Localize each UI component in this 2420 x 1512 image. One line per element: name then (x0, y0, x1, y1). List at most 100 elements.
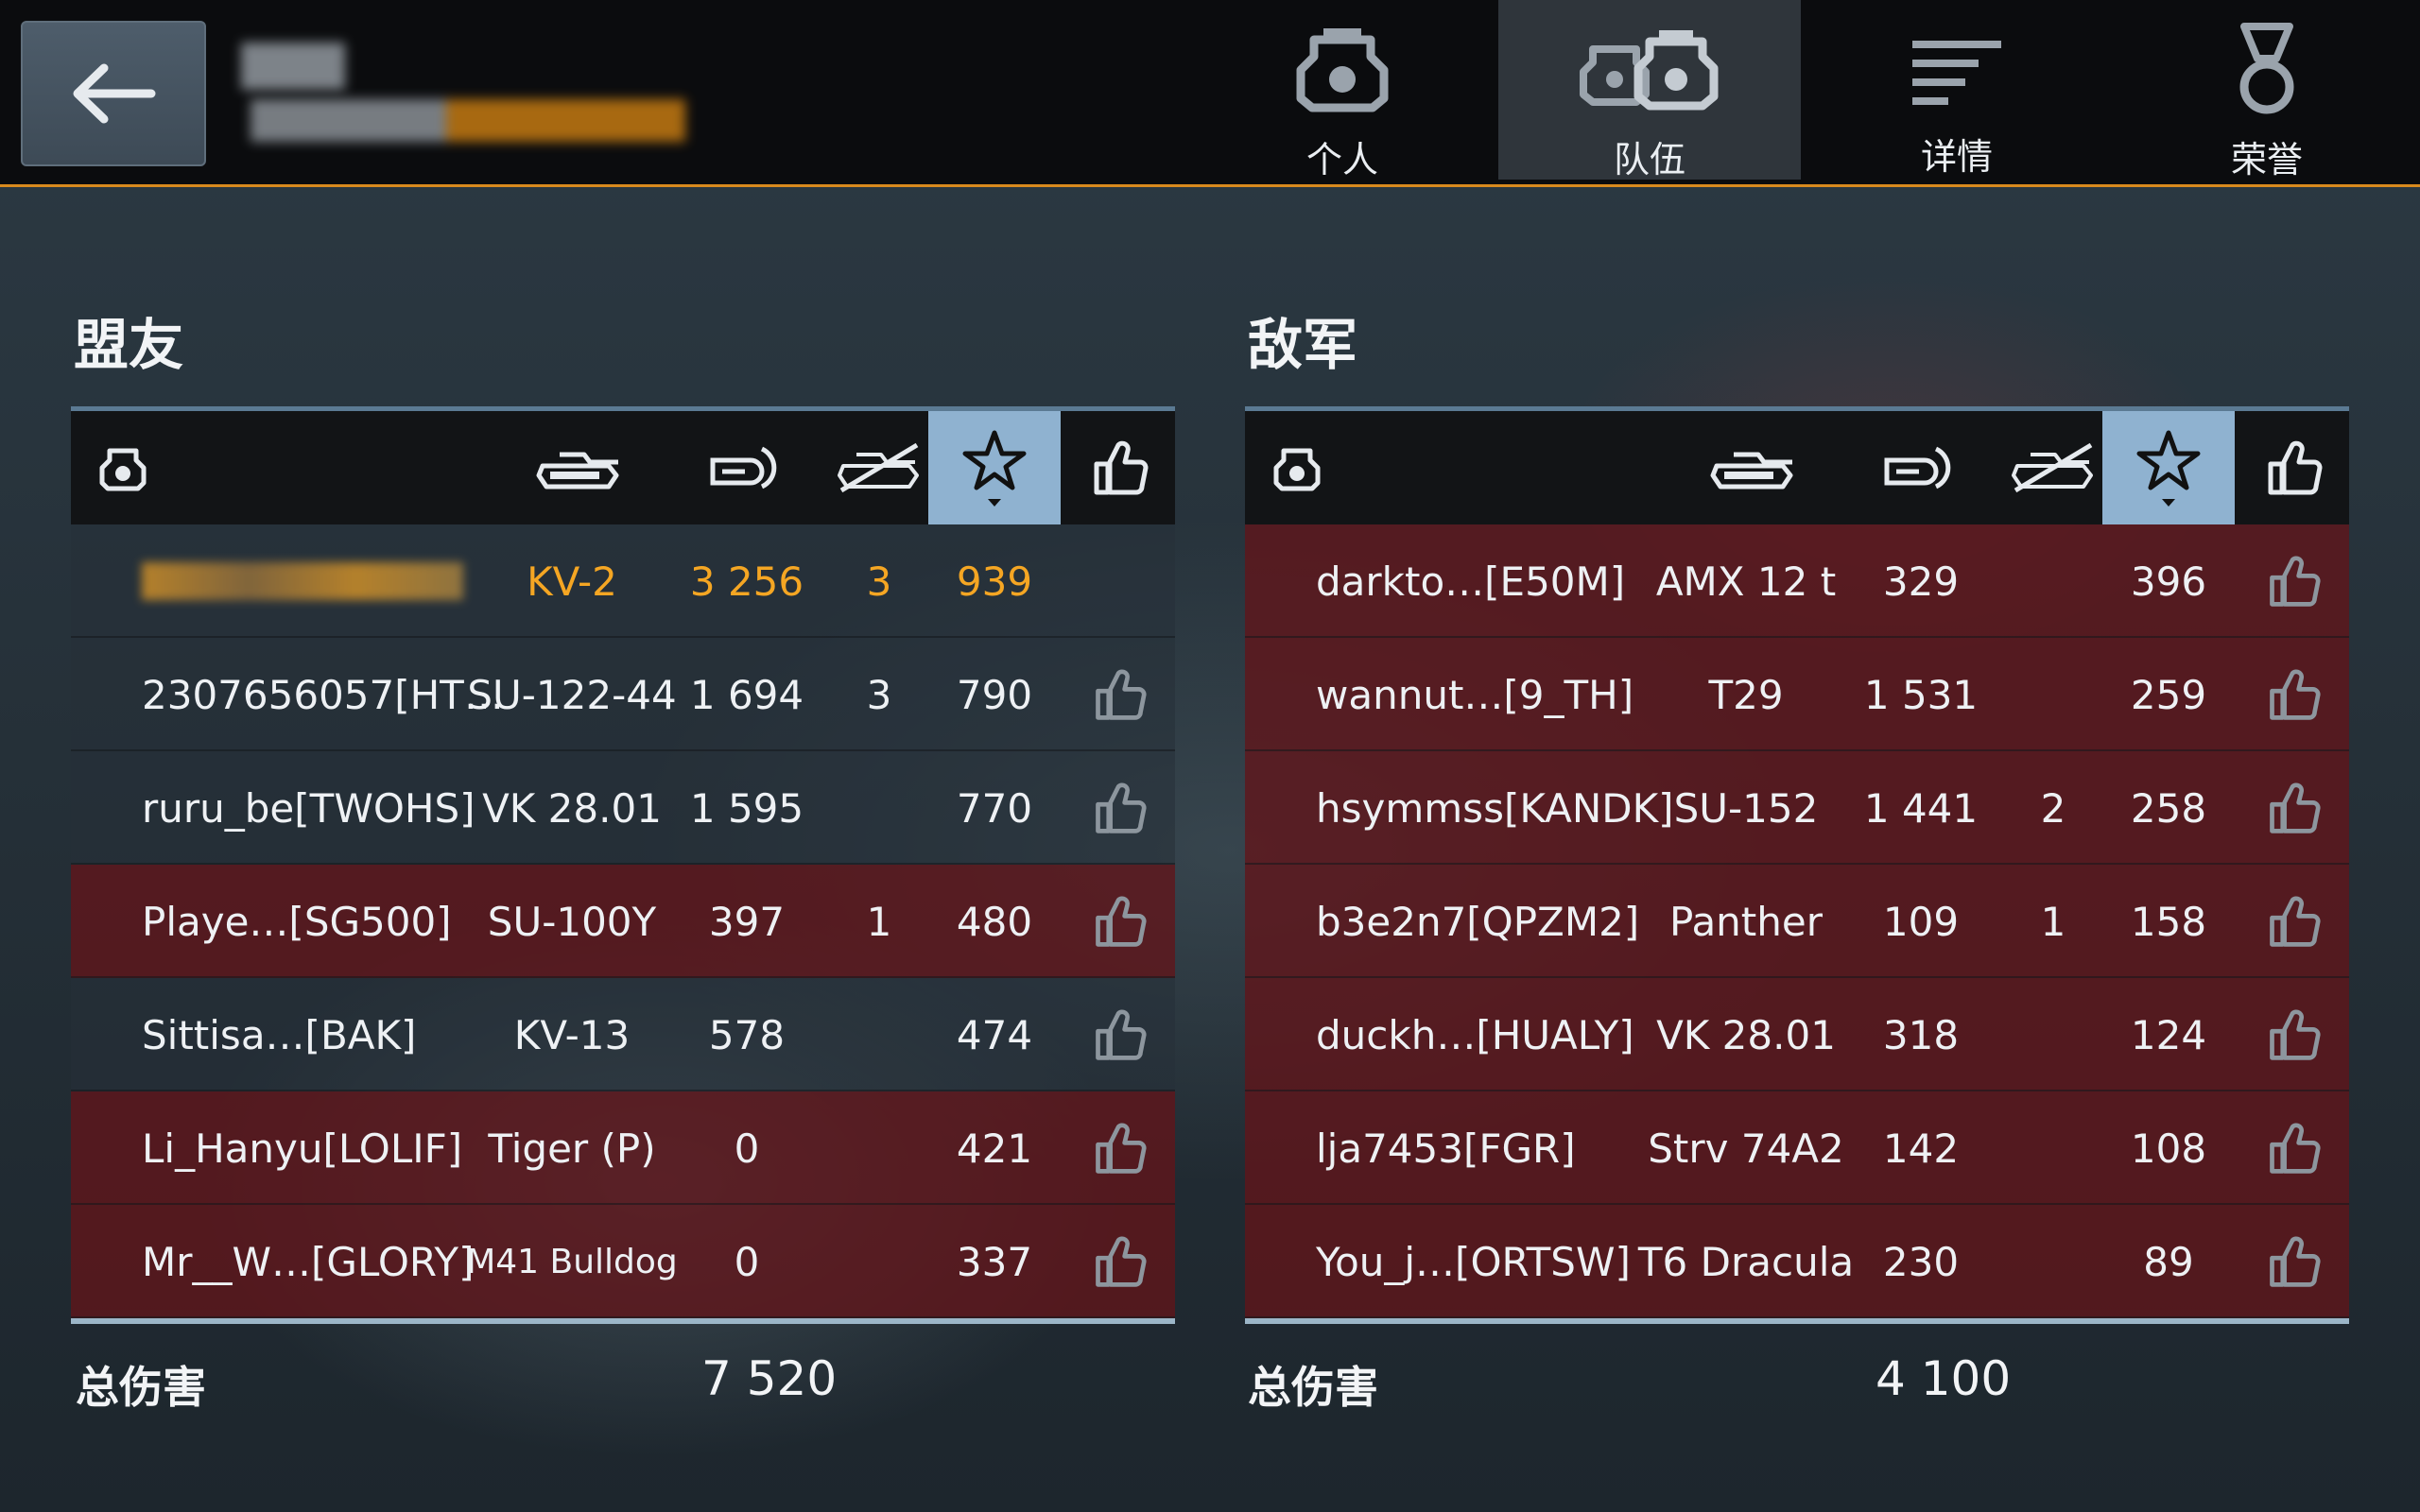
like-thumb-icon (1096, 1009, 1147, 1060)
details-list-icon (1912, 40, 2001, 105)
player-row[interactable]: ruru_be[TWOHS] VK 28.01 1 595 770 (71, 751, 1175, 865)
cell-tank: T6 Dracula (1637, 1238, 1855, 1285)
enemies-table: darkto…[E50M] AMX 12 t 329 396 wannut…[9_TH]… (1245, 406, 2349, 1324)
damage-shell-icon (1884, 446, 1951, 490)
enemies-table-header (1245, 406, 2349, 524)
cell-damage: 0 (734, 1238, 760, 1285)
cell-damage: 1 531 (1863, 671, 1979, 718)
enemies-total-value: 4 100 (1876, 1351, 2012, 1406)
like-thumb-icon (1094, 440, 1149, 495)
player-row[interactable]: duckh…[HUALY] VK 28.01 318 124 (1245, 978, 2349, 1091)
cell-score: 89 (2143, 1238, 2194, 1285)
cell-name: Mr__W…[GLORY] (142, 1238, 475, 1285)
cell-damage: 109 (1882, 898, 1960, 945)
player-row[interactable]: darkto…[E50M] AMX 12 t 329 396 (1245, 524, 2349, 638)
allies-total-label: 总伤害 (76, 1362, 206, 1413)
player-row[interactable]: KV-2 3 256 3 939 (71, 524, 1175, 638)
cell-damage: 318 (1882, 1011, 1960, 1058)
tab-honors[interactable]: 荣誉 (2116, 0, 2418, 180)
like-button[interactable] (2238, 524, 2349, 638)
player-row[interactable]: wannut…[9_TH] T29 1 531 259 (1245, 638, 2349, 751)
cell-name: Playe…[SG500] (142, 898, 452, 945)
cell-score: 337 (956, 1238, 1033, 1285)
player-row[interactable]: Mr__W…[GLORY] M41 Bulldog 0 337 (71, 1205, 1175, 1318)
like-thumb-icon (2270, 669, 2321, 720)
like-button[interactable] (1063, 1091, 1175, 1205)
like-button[interactable] (1063, 978, 1175, 1091)
cell-score: 474 (956, 1011, 1033, 1058)
like-button[interactable] (2238, 865, 2349, 978)
cell-name: ruru_be[TWOHS] (142, 784, 475, 832)
cell-tank: SU-100Y (487, 898, 657, 945)
top-bar: 个人 队伍 详情 荣誉 (0, 0, 2420, 187)
cell-tank: Strv 74A2 (1648, 1125, 1844, 1172)
blurred-avatar (241, 43, 345, 90)
like-button[interactable] (1063, 865, 1175, 978)
cell-name: wannut…[9_TH] (1316, 671, 1634, 718)
col-tank[interactable] (506, 411, 648, 524)
allies-table-footer-line (71, 1318, 1175, 1324)
player-row[interactable]: Playe…[SG500] SU-100Y 397 1 480 (71, 865, 1175, 978)
cell-score: 790 (956, 671, 1033, 718)
kills-crossed-icon (838, 442, 919, 493)
cell-name: Li_Hanyu[LOLIF] (142, 1125, 463, 1172)
like-thumb-icon (1096, 782, 1147, 833)
col-like[interactable] (2238, 411, 2349, 524)
allies-table: KV-2 3 256 3 939 2307656057[HT… SU-122-44 1 69… (71, 406, 1175, 1324)
player-row[interactable]: 2307656057[HT… SU-122-44 1 694 3 790 (71, 638, 1175, 751)
cell-damage: 397 (708, 898, 786, 945)
tab-details[interactable]: 详情 (1806, 0, 2108, 180)
cell-damage: 329 (1882, 558, 1960, 605)
back-button[interactable] (21, 21, 206, 166)
tab-personal-label: 个人 (1305, 139, 1378, 180)
cell-score: 480 (956, 898, 1033, 945)
col-damage[interactable] (676, 411, 818, 524)
player-row[interactable]: You_j…[ORTSW] T6 Dracula 230 89 (1245, 1205, 2349, 1318)
like-thumb-icon (2270, 556, 2321, 607)
col-kills[interactable] (818, 411, 941, 524)
cell-name: duckh…[HUALY] (1316, 1011, 1634, 1058)
tab-details-label: 详情 (1920, 136, 1993, 178)
cell-tank: AMX 12 t (1655, 558, 1837, 605)
player-helmet-icon (99, 448, 147, 491)
player-row[interactable]: Sittisa…[BAK] KV-13 578 474 (71, 978, 1175, 1091)
cell-name: lja7453[FGR] (1316, 1125, 1576, 1172)
cell-score: 421 (956, 1125, 1033, 1172)
col-player[interactable] (1245, 411, 1349, 524)
like-button[interactable] (1063, 1205, 1175, 1318)
like-button[interactable] (2238, 978, 2349, 1091)
like-thumb-icon (2270, 896, 2321, 947)
player-row[interactable]: hsymmss[KANDK] SU-152 1 441 2 258 (1245, 751, 2349, 865)
like-thumb-icon (1096, 896, 1147, 947)
like-button[interactable] (2238, 638, 2349, 751)
player-row[interactable]: b3e2n7[QPZM2] Panther 109 1 158 (1245, 865, 2349, 978)
col-tank[interactable] (1680, 411, 1822, 524)
cell-name: darkto…[E50M] (1316, 558, 1626, 605)
damage-shell-icon (710, 446, 777, 490)
like-thumb-icon (2270, 1009, 2321, 1060)
col-score[interactable] (2102, 411, 2235, 524)
cell-tank: Tiger (P) (488, 1125, 656, 1172)
team-icon (1580, 30, 1719, 111)
col-score[interactable] (928, 411, 1061, 524)
like-button[interactable] (2238, 751, 2349, 865)
tab-personal[interactable]: 个人 (1191, 0, 1494, 180)
like-button[interactable] (1063, 638, 1175, 751)
player-row[interactable]: Li_Hanyu[LOLIF] Tiger (P) 0 421 (71, 1091, 1175, 1205)
cell-name: hsymmss[KANDK] (1316, 784, 1674, 832)
col-player[interactable] (71, 411, 175, 524)
cell-damage: 230 (1882, 1238, 1960, 1285)
cell-tank: KV-13 (513, 1011, 631, 1058)
allies-total-value: 7 520 (701, 1351, 838, 1406)
cell-damage: 1 694 (689, 671, 804, 718)
enemies-title: 敌军 (1248, 313, 1358, 377)
player-row[interactable]: lja7453[FGR] Strv 74A2 142 108 (1245, 1091, 2349, 1205)
col-damage[interactable] (1850, 411, 1992, 524)
like-button[interactable] (2238, 1091, 2349, 1205)
col-kills[interactable] (1992, 411, 2115, 524)
tab-team[interactable]: 队伍 (1498, 0, 1801, 180)
like-button[interactable] (1063, 751, 1175, 865)
col-like[interactable] (1063, 411, 1175, 524)
cell-tank: KV-2 (527, 558, 617, 605)
like-button[interactable] (2238, 1205, 2349, 1318)
